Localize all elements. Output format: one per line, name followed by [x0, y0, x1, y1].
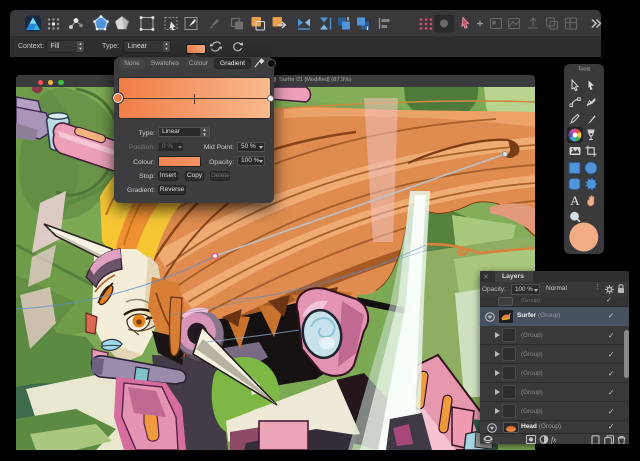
svg-text:Tools: Tools	[578, 67, 591, 73]
svg-text:A: A	[570, 193, 580, 208]
